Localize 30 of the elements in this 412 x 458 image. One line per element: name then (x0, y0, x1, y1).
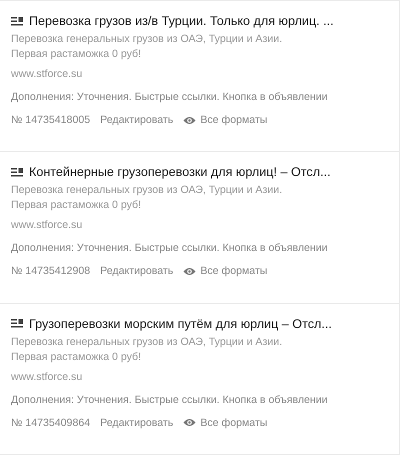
ad-extras: Дополнения: Уточнения. Быстрые ссылки. Кнопка в объявлении (11, 242, 328, 254)
formats-link[interactable]: Все форматы (183, 114, 268, 126)
ad-extras: Дополнения: Уточнения. Быстрые ссылки. Кнопка в объявлении (11, 91, 328, 103)
ad-description-line: Первая растаможка 0 руб! (11, 47, 142, 62)
ad-format-icon (11, 16, 23, 26)
ad-description-line: Перевозка генеральных грузов из ОАЭ, Турции и Азии. (11, 32, 284, 47)
ad-description-line: Первая растаможка 0 руб! (11, 350, 142, 365)
ad-number: № 14735409864 (11, 416, 90, 429)
edit-link[interactable]: Редактировать (100, 114, 174, 126)
ad-url: www.stforce.su (11, 219, 82, 232)
edit-link[interactable]: Редактировать (100, 265, 174, 278)
ad-description-line: Перевозка генеральных грузов из ОАЭ, Турции и Азии. (11, 334, 284, 350)
ad-number: № 14735418005 (11, 114, 90, 126)
eye-icon (183, 266, 196, 276)
ad-url: www.stforce.su (11, 68, 82, 80)
ad-number: № 14735412908 (11, 265, 90, 278)
ad-title: Контейнерные грузоперевозки для юрлиц! – Отсл... (29, 165, 331, 180)
edit-link[interactable]: Редактировать (100, 416, 174, 429)
ad-extras: Дополнения: Уточнения. Быстрые ссылки. Кнопка в объявлении (11, 394, 328, 406)
eye-icon (183, 116, 196, 124)
ad-format-icon (11, 168, 23, 177)
formats-link[interactable]: Все форматы (183, 416, 268, 429)
ad-title: Грузоперевозки морским путём для юрлиц – Отсл... (29, 316, 332, 331)
formats-link[interactable]: Все форматы (183, 265, 268, 278)
ad-description-line: Первая растаможка 0 руб! (11, 198, 142, 214)
ad-description-line: Перевозка генеральных грузов из ОАЭ, Турции и Азии. (11, 183, 284, 198)
eye-icon (183, 418, 196, 428)
ad-format-icon (11, 319, 23, 328)
ad-url: www.stforce.su (11, 370, 82, 383)
ad-title: Перевозка грузов из/в Турции. Только для юрлиц. ... (29, 14, 334, 28)
